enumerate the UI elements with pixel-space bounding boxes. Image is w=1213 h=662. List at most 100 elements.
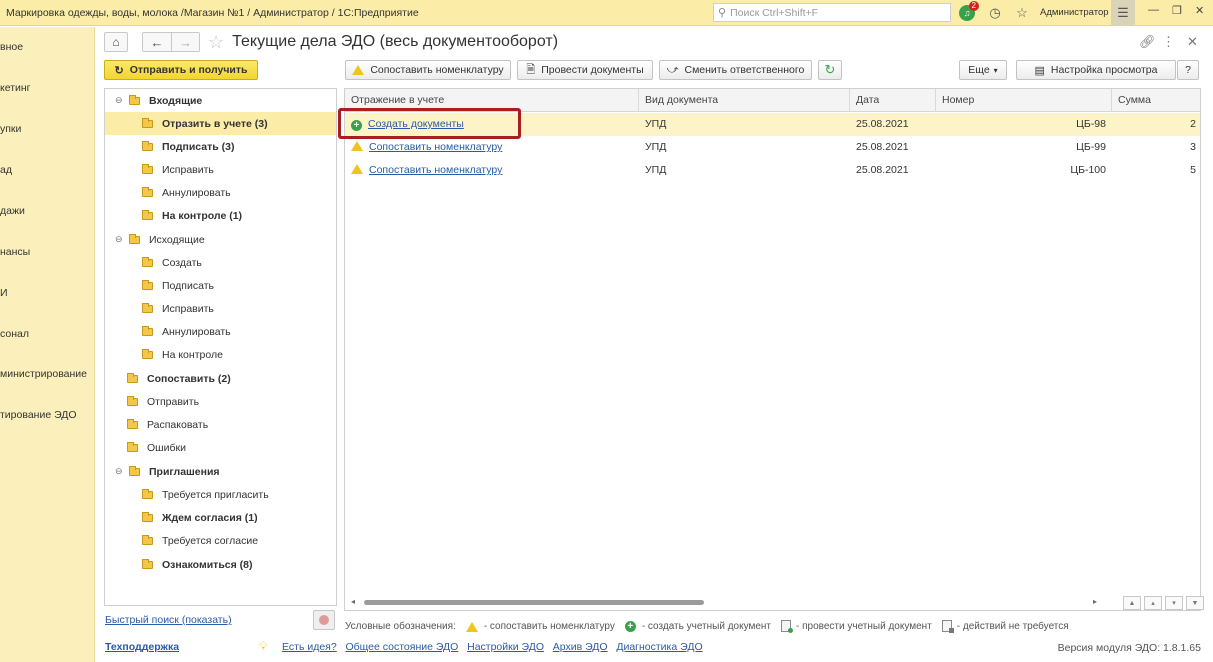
more-vertical-icon[interactable]: ⋮	[1162, 34, 1175, 50]
tree-node-label: На контроле (1)	[162, 209, 243, 222]
tree-node[interactable]: Распаковать	[105, 413, 336, 436]
column-header[interactable]: Номер	[936, 89, 1112, 112]
table-row[interactable]: Сопоставить номенклатуру УПД 25.08.2021 …	[345, 136, 1200, 159]
add-favorite-star-icon[interactable]: ☆	[208, 32, 224, 53]
tree-node[interactable]: Создать	[105, 251, 336, 274]
home-button[interactable]: ⌂	[104, 32, 128, 52]
section-item[interactable]: министрирование	[0, 368, 87, 380]
tree-node[interactable]: Аннулировать	[105, 181, 336, 204]
folder-icon	[129, 233, 140, 244]
tree-node[interactable]: Отправить	[105, 390, 336, 413]
horizontal-scrollbar[interactable]: ◂ ▸	[345, 597, 1101, 607]
folder-icon	[142, 488, 153, 499]
column-header[interactable]: Сумма	[1112, 89, 1200, 112]
history-icon[interactable]: ◷	[986, 4, 1004, 22]
tree-node[interactable]: На контроле	[105, 343, 336, 366]
row-action-link[interactable]: Сопоставить номенклатуру	[369, 141, 502, 153]
help-button[interactable]: ?	[1177, 60, 1199, 80]
back-arrow-icon[interactable]: ←	[143, 33, 171, 51]
section-item[interactable]: упки	[0, 123, 21, 135]
match-nomenclature-button[interactable]: Сопоставить номенклатуру	[345, 60, 511, 80]
column-header[interactable]: Вид документа	[639, 89, 850, 112]
scroll-down-icon[interactable]: ▾	[1165, 596, 1183, 610]
column-header[interactable]: Дата	[850, 89, 936, 112]
tree-node[interactable]: Ошибки	[105, 436, 336, 459]
refresh-button[interactable]: ↻	[818, 60, 842, 80]
row-action-link[interactable]: Сопоставить номенклатуру	[369, 164, 502, 176]
collapse-icon[interactable]: ⊖	[115, 466, 125, 477]
tree-node-label: Отразить в учете (3)	[162, 117, 268, 130]
tree-node[interactable]: Сопоставить (2)	[105, 367, 336, 390]
favorites-star-icon[interactable]: ☆	[1013, 4, 1031, 22]
folder-icon	[142, 186, 153, 197]
post-documents-button[interactable]: 🗎︎ Провести документы	[517, 60, 653, 80]
warning-icon	[351, 141, 363, 151]
current-user[interactable]: Администратор	[1040, 7, 1109, 18]
footer-support: Техподдержка	[105, 641, 179, 653]
global-search-input[interactable]: ⚲ Поиск Ctrl+Shift+F	[713, 3, 951, 22]
tree-node[interactable]: Требуется согласие	[105, 529, 336, 552]
scroll-thumb[interactable]	[364, 600, 704, 605]
tree-node[interactable]: Подписать (3)	[105, 135, 336, 158]
table-cell: 3	[1190, 141, 1196, 153]
tree-node[interactable]: Подписать	[105, 274, 336, 297]
search-placeholder: Поиск Ctrl+Shift+F	[730, 6, 819, 19]
tree-node[interactable]: ⊖ Исходящие	[105, 228, 336, 251]
post-document-icon: 🗎︎	[526, 63, 536, 76]
tree-node-label: Требуется согласие	[162, 534, 259, 547]
scroll-bottom-icon[interactable]: ▼	[1186, 596, 1204, 610]
section-item[interactable]: ад	[0, 164, 12, 176]
tree-node[interactable]: ⊖ Приглашения	[105, 460, 336, 483]
section-item[interactable]: вное	[0, 41, 23, 53]
clear-search-button[interactable]	[313, 610, 335, 630]
tree-node[interactable]: Требуется пригласить	[105, 483, 336, 506]
refresh-arrows-icon: ↻	[114, 64, 124, 77]
scroll-right-icon[interactable]: ▸	[1093, 597, 1097, 606]
highlight-frame	[338, 108, 521, 139]
link-icon[interactable]: 🔗︎	[1139, 34, 1156, 50]
section-item[interactable]: кетинг	[0, 82, 31, 94]
tree-node-label: Создать	[162, 256, 202, 269]
collapse-icon[interactable]: ⊖	[115, 234, 125, 245]
tree-node[interactable]: На контроле (1)	[105, 204, 336, 227]
scroll-left-icon[interactable]: ◂	[351, 597, 355, 606]
tree-node-label: Исправить	[162, 302, 214, 315]
close-form-icon[interactable]: ✕	[1187, 34, 1198, 50]
tree-node[interactable]: Аннулировать	[105, 320, 336, 343]
table-row[interactable]: Сопоставить номенклатуру УПД 25.08.2021 …	[345, 159, 1200, 182]
section-item[interactable]: дажи	[0, 205, 25, 217]
send-receive-button[interactable]: ↻ Отправить и получить	[104, 60, 258, 80]
lightbulb-icon: 💡︎	[259, 639, 268, 653]
support-link[interactable]: Техподдержка	[105, 641, 179, 653]
collapse-icon[interactable]: ⊖	[115, 95, 125, 106]
tree-node[interactable]: Исправить	[105, 297, 336, 320]
tree-node[interactable]: Ознакомиться (8)	[105, 553, 336, 576]
edo-status-link[interactable]: Общее состояние ЭДО	[345, 641, 458, 653]
more-button[interactable]: Еще ▾	[959, 60, 1007, 80]
scroll-top-icon[interactable]: ▲	[1123, 596, 1141, 610]
tree-node[interactable]: Исправить	[105, 158, 336, 181]
edo-settings-link[interactable]: Настройки ЭДО	[467, 641, 544, 653]
section-item[interactable]: И	[0, 287, 8, 299]
tree-node[interactable]: Отразить в учете (3)	[105, 112, 336, 135]
view-settings-button[interactable]: ▤ Настройка просмотра	[1016, 60, 1176, 80]
notifications-bell-icon[interactable]: ♫ 2	[958, 1, 979, 22]
minimize-icon[interactable]: —	[1148, 4, 1159, 16]
main-menu-icon[interactable]: ☰	[1111, 0, 1135, 26]
section-item[interactable]: нансы	[0, 246, 30, 258]
change-responsible-button[interactable]: ⤻ Сменить ответственного	[659, 60, 812, 80]
section-item[interactable]: сонал	[0, 328, 29, 340]
forward-arrow-icon[interactable]: →	[171, 33, 199, 51]
restore-icon[interactable]: ❐	[1172, 4, 1182, 17]
folder-icon	[127, 418, 138, 429]
scroll-up-icon[interactable]: ▴	[1144, 596, 1162, 610]
tree-node[interactable]: Ждем согласия (1)	[105, 506, 336, 529]
table-cell: Сопоставить номенклатуру	[345, 159, 639, 182]
close-window-icon[interactable]: ✕	[1195, 4, 1204, 17]
quick-search-link[interactable]: Быстрый поиск (показать)	[105, 614, 232, 626]
section-item[interactable]: тирование ЭДО	[0, 409, 77, 421]
tree-node[interactable]: ⊖ Входящие	[105, 89, 336, 112]
ideas-link[interactable]: Есть идея?	[282, 641, 337, 653]
edo-archive-link[interactable]: Архив ЭДО	[553, 641, 608, 653]
edo-diagnostics-link[interactable]: Диагностика ЭДО	[616, 641, 702, 653]
